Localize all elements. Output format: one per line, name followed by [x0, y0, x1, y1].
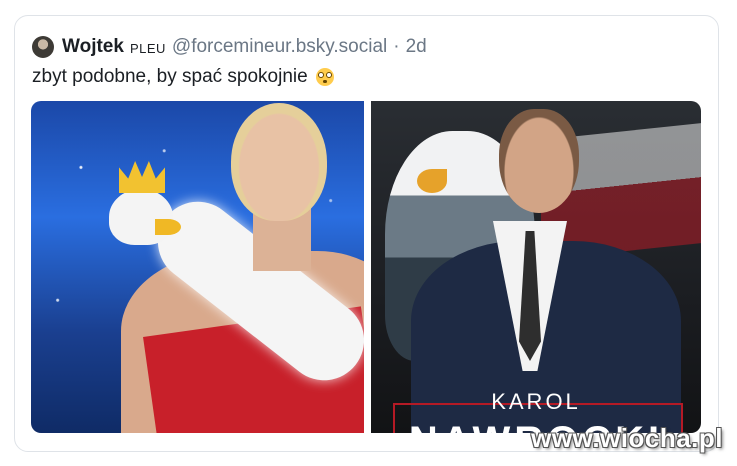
man-head: [499, 109, 579, 213]
figure-head: [231, 103, 327, 221]
post-text-content: zbyt podobne, by spać spokojnie: [32, 66, 308, 87]
post-image-right[interactable]: KAROL NAWROCKI: [371, 101, 701, 433]
post-text: zbyt podobne, by spać spokojnie: [32, 64, 334, 90]
site-watermark: www.wiocha.pl: [531, 423, 723, 453]
poster-first-name: KAROL: [491, 389, 581, 414]
author-name[interactable]: Wojtek: [62, 36, 124, 58]
author-avatar[interactable]: [32, 36, 54, 58]
eagle-beak: [155, 219, 181, 235]
post-image-left[interactable]: [31, 101, 364, 433]
author-handle[interactable]: @forcemineur.bsky.social: [172, 36, 387, 58]
flushed-face-icon: [315, 68, 334, 86]
post-time[interactable]: 2d: [406, 36, 427, 58]
eagle-beak: [417, 169, 447, 193]
eagle-costume-head: [109, 189, 173, 245]
author-tag: PLEU: [129, 40, 166, 56]
post-header: Wojtek PLEU @forcemineur.bsky.social · 2…: [32, 34, 427, 60]
separator-dot: ·: [393, 36, 400, 57]
